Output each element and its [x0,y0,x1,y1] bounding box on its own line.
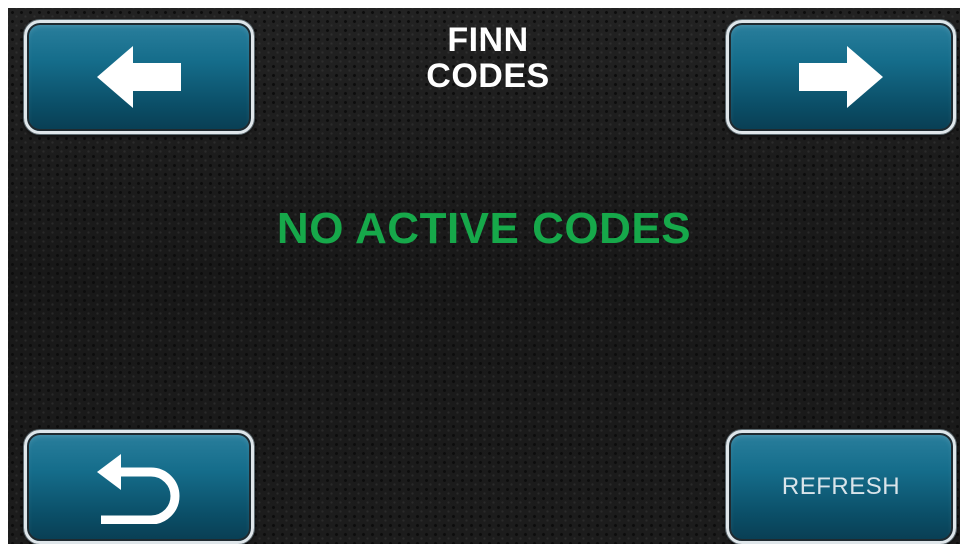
forward-button[interactable] [726,20,956,134]
refresh-button-label: REFRESH [781,473,901,500]
page-title-line2: CODES [426,57,550,95]
screen: FINN CODES NO ACTIVE CODES REFRESH [8,8,960,544]
back-button[interactable] [24,20,254,134]
page-title-line1: FINN [447,21,529,59]
status-message: NO ACTIVE CODES [276,204,692,253]
page-title: FINN CODES [388,22,588,94]
return-button[interactable] [24,430,254,544]
arrow-right-icon [799,46,883,108]
refresh-button[interactable]: REFRESH [726,430,956,544]
return-arrow-icon [97,454,180,524]
arrow-left-icon [97,46,181,108]
